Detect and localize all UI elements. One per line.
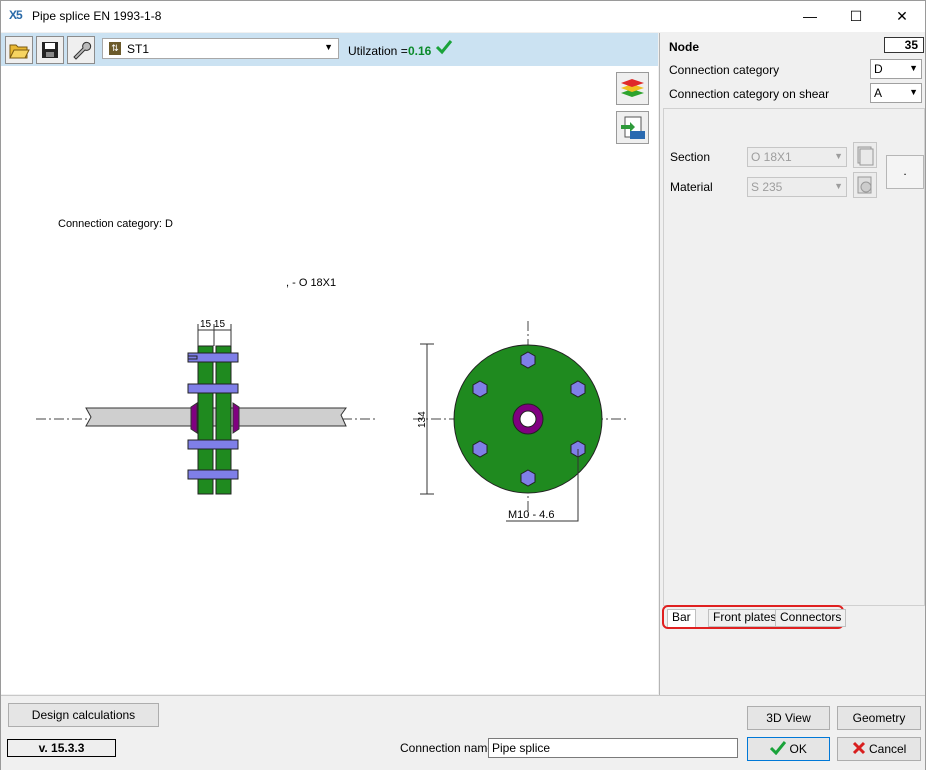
properties-panel: Node 35 Connection category D ▼ Connecti… — [659, 33, 925, 695]
design-calculations-button[interactable]: Design calculations — [8, 703, 159, 727]
pipe-weld-right — [232, 402, 240, 434]
window-title: Pipe splice EN 1993-1-8 — [32, 9, 162, 23]
utilization-label: Utilzation = — [348, 44, 408, 58]
layers-icon — [621, 79, 644, 97]
check-icon — [770, 741, 787, 756]
maximize-button[interactable]: ☐ — [833, 1, 879, 32]
tab-connectors[interactable]: Connectors — [775, 609, 847, 627]
section-label: Section — [670, 150, 711, 164]
connection-category-value: D — [874, 62, 883, 76]
library-icon — [857, 176, 872, 194]
library-icon — [857, 146, 874, 166]
material-library-button[interactable] — [853, 172, 877, 198]
version-label: v. 15.3.3 — [7, 739, 116, 757]
minimize-button[interactable]: — — [787, 1, 833, 32]
shear-category-label: Connection category on shear — [669, 87, 830, 101]
connection-category-select[interactable]: D ▼ — [870, 59, 922, 79]
toolbar: ⇅ ST1 ▼ Utilzation = 0.16 — [1, 33, 658, 66]
connection-name-label: Connection name — [400, 741, 495, 755]
node-value: 35 — [884, 37, 924, 53]
wrench-icon — [73, 41, 92, 60]
pipe-weld-left — [190, 402, 198, 434]
cancel-label: Cancel — [868, 742, 907, 756]
tab-front-plates[interactable]: Front plates — [708, 609, 782, 627]
dimension-top-label: 15 15 — [200, 319, 225, 330]
material-value: S 235 — [751, 180, 783, 194]
settings-button[interactable] — [67, 36, 95, 64]
bar-properties-group: Section O 18X1 ▼ Material S 235 ▼ . — [663, 108, 925, 606]
save-button[interactable] — [36, 36, 64, 64]
ok-button[interactable]: OK — [747, 737, 830, 761]
material-label: Material — [670, 180, 713, 194]
save-icon — [42, 42, 58, 58]
export-dxf-button[interactable] — [616, 111, 649, 144]
cancel-button[interactable]: Cancel — [837, 737, 921, 761]
3d-view-button[interactable]: 3D View — [747, 706, 830, 730]
edit-button[interactable]: . — [886, 155, 924, 189]
shear-category-select[interactable]: A ▼ — [870, 83, 922, 103]
chevron-down-icon: ▼ — [324, 42, 333, 52]
dxf-export-icon — [621, 116, 645, 139]
chevron-down-icon: ▼ — [834, 181, 843, 191]
cancel-x-icon — [852, 741, 865, 755]
connection-name-input[interactable] — [488, 738, 738, 758]
material-select[interactable]: S 235 ▼ — [747, 177, 847, 197]
check-icon — [435, 40, 453, 55]
open-folder-icon — [9, 44, 30, 59]
chevron-down-icon: ▼ — [834, 151, 843, 161]
chevron-down-icon: ▼ — [909, 87, 918, 97]
configuration-icon: ⇅ — [109, 42, 121, 55]
close-button[interactable]: ✕ — [879, 1, 925, 32]
bolt-label: M10 - 4.6 — [508, 509, 554, 521]
section-value: O 18X1 — [751, 150, 792, 164]
ok-label: OK — [789, 742, 807, 756]
footer-bar: Design calculations v. 15.3.3 Connection… — [1, 695, 925, 770]
connection-category-label: Connection category — [669, 63, 780, 77]
open-button[interactable] — [5, 36, 33, 64]
chevron-down-icon: ▼ — [909, 63, 918, 73]
shear-category-value: A — [874, 86, 883, 100]
app-logo-icon: X5 — [9, 8, 23, 22]
tab-bar[interactable]: Bar — [667, 609, 696, 627]
connection-drawing: Connection category: D , - O 18X1 15 15 — [36, 218, 629, 522]
configuration-value: ST1 — [127, 42, 150, 56]
dimension-left-label: 134 — [417, 411, 428, 428]
pipe-bore — [519, 410, 537, 428]
section-select[interactable]: O 18X1 ▼ — [747, 147, 847, 167]
app-window: X5 Pipe splice EN 1993-1-8 — ☐ ✕ ⇅ ST1 ▼… — [0, 0, 926, 770]
drawing-canvas[interactable]: Connection category: D , - O 18X1 15 15 — [1, 66, 658, 694]
section-library-button[interactable] — [853, 142, 877, 168]
connection-category-note: Connection category: D — [58, 218, 173, 230]
utilization-value: 0.16 — [408, 44, 432, 58]
configuration-select[interactable]: ⇅ ST1 ▼ — [102, 38, 339, 59]
section-note: , - O 18X1 — [286, 277, 336, 289]
title-bar: X5 Pipe splice EN 1993-1-8 — ☐ ✕ — [1, 1, 925, 32]
node-label: Node — [669, 40, 699, 54]
geometry-button[interactable]: Geometry — [837, 706, 921, 730]
layers-button[interactable] — [616, 72, 649, 105]
